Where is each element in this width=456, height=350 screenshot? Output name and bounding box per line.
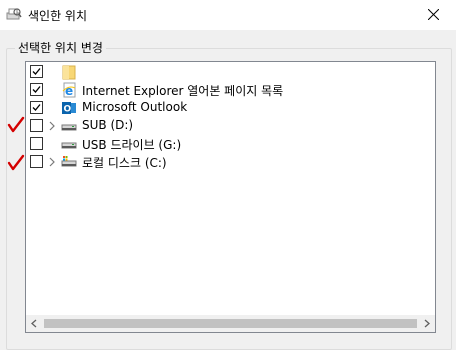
- title-bar: 색인한 위치: [0, 0, 456, 30]
- checkmark-annotation-icon: [7, 116, 25, 133]
- tree-item-folder[interactable]: [26, 63, 435, 81]
- tree-item-usb-drive[interactable]: USB 드라이브 (G:): [26, 135, 435, 153]
- item-checkbox[interactable]: [30, 65, 43, 78]
- system-drive-icon: [61, 154, 77, 170]
- tree-item-label: Microsoft Outlook: [82, 100, 188, 114]
- drive-icon: [61, 118, 77, 134]
- scroll-right-button[interactable]: [418, 315, 435, 332]
- chevron-right-icon[interactable]: [48, 156, 56, 168]
- outlook-icon: O: [61, 100, 77, 116]
- item-checkbox[interactable]: [30, 101, 43, 114]
- chevron-right-icon[interactable]: [48, 120, 56, 132]
- tree-item-label: 로컬 디스크 (C:): [82, 156, 167, 170]
- search-printer-icon: [6, 7, 22, 21]
- tree-item-local-disk[interactable]: 로컬 디스크 (C:): [26, 153, 435, 171]
- drive-icon: [61, 136, 77, 152]
- tree-item-label: USB 드라이브 (G:): [82, 138, 182, 152]
- item-checkbox[interactable]: [30, 155, 43, 168]
- internet-explorer-icon: e: [61, 82, 77, 98]
- window-title: 색인한 위치: [28, 9, 88, 23]
- close-icon: [428, 9, 439, 20]
- group-label: 선택한 위치 변경: [15, 39, 106, 56]
- horizontal-scrollbar[interactable]: [26, 315, 435, 332]
- item-checkbox[interactable]: [30, 119, 43, 132]
- close-button[interactable]: [412, 0, 456, 30]
- item-checkbox[interactable]: [30, 137, 43, 150]
- tree-item-label: Internet Explorer 열어본 페이지 목록: [82, 84, 284, 98]
- checkmark-annotation-icon: [7, 154, 25, 171]
- scroll-left-button[interactable]: [26, 315, 43, 332]
- folder-icon: [61, 64, 77, 80]
- svg-text:O: O: [64, 105, 72, 115]
- item-checkbox[interactable]: [30, 83, 43, 96]
- svg-text:e: e: [65, 84, 73, 98]
- locations-tree[interactable]: e Internet Explorer 열어본 페이지 목록 O Microso…: [25, 61, 436, 333]
- tree-item-outlook[interactable]: O Microsoft Outlook: [26, 99, 435, 117]
- tree-item-label: SUB (D:): [82, 118, 134, 132]
- scrollbar-thumb[interactable]: [44, 319, 417, 328]
- tree-item-ie-history[interactable]: e Internet Explorer 열어본 페이지 목록: [26, 81, 435, 99]
- tree-item-sub-drive[interactable]: SUB (D:): [26, 117, 435, 135]
